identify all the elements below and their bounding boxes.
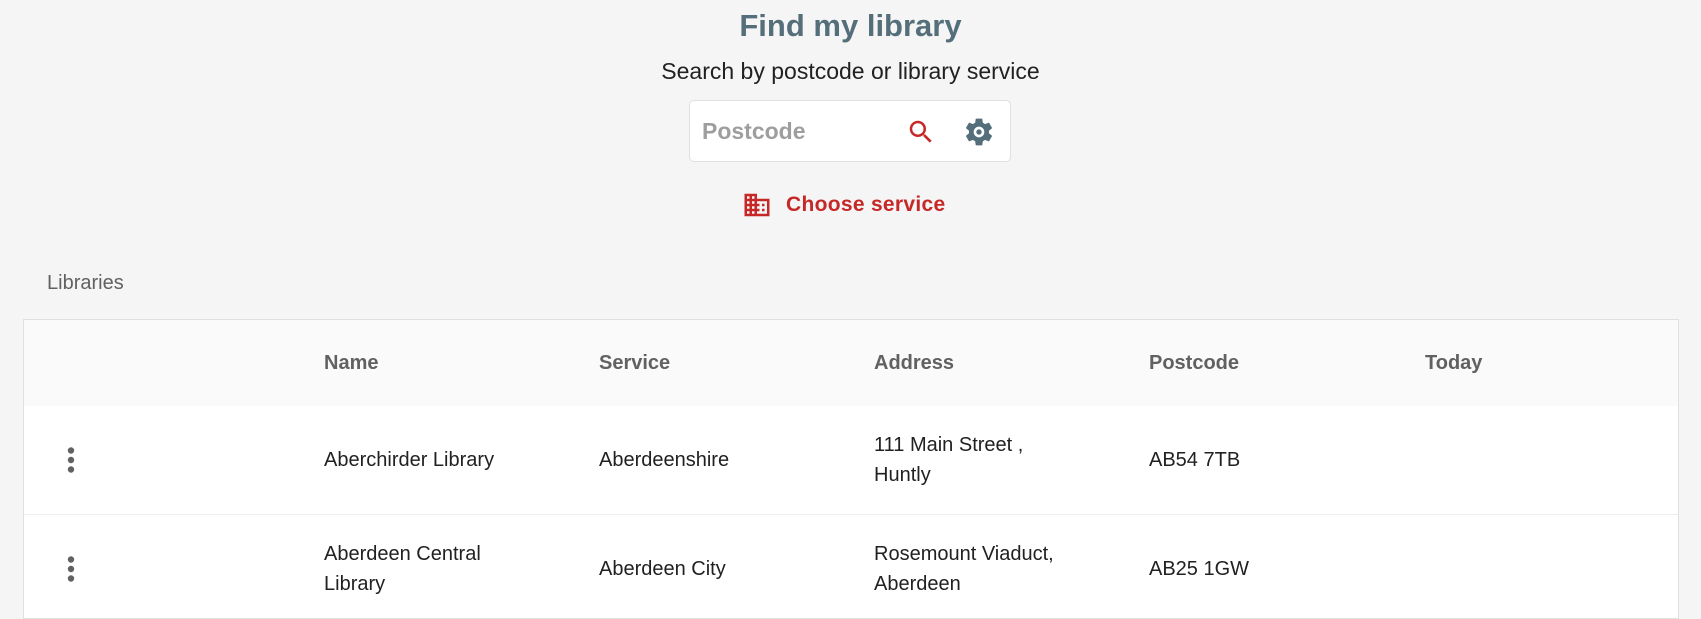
cell-postcode: AB54 7TB: [1149, 449, 1241, 471]
page-title: Find my library: [739, 8, 962, 43]
gear-icon: [966, 118, 992, 146]
column-header-name: Name: [324, 352, 379, 374]
column-header-address: Address: [874, 352, 955, 374]
table-header: Name Service Address Postcode Today: [24, 320, 1678, 406]
cell-address: 111 Main Street , Huntly: [874, 434, 1024, 486]
table-row[interactable]: Aberchirder Library Aberdeenshire 111 Ma…: [24, 406, 1678, 515]
search-button[interactable]: [902, 113, 940, 151]
more-vert-icon: [67, 556, 75, 582]
more-vert-icon: [67, 447, 75, 473]
cell-postcode: AB25 1GW: [1149, 558, 1250, 580]
building-icon: [744, 193, 770, 217]
settings-button[interactable]: [960, 113, 998, 151]
column-header-service: Service: [599, 352, 671, 374]
cell-name: Aberchirder Library: [324, 449, 495, 471]
choose-service-label: Choose service: [786, 193, 946, 216]
search-bar: [689, 100, 1011, 162]
search-icon: [909, 120, 932, 143]
table-row[interactable]: Aberdeen Central Library Aberdeen City R…: [24, 515, 1678, 618]
libraries-section-label: Libraries: [47, 272, 124, 294]
cell-address: Rosemount Viaduct, Aberdeen: [874, 543, 1054, 595]
row-menu-button[interactable]: [58, 440, 84, 480]
cell-service: Aberdeenshire: [599, 449, 730, 471]
page-subtitle: Search by postcode or library service: [661, 58, 1040, 84]
cell-service: Aberdeen City: [599, 558, 726, 580]
column-header-postcode: Postcode: [1149, 352, 1240, 374]
cell-name: Aberdeen Central Library: [324, 543, 481, 595]
choose-service-button[interactable]: Choose service: [742, 189, 945, 221]
row-menu-button[interactable]: [58, 549, 84, 589]
libraries-table: Name Service Address Postcode Today Aber…: [23, 319, 1679, 619]
column-header-today: Today: [1425, 352, 1483, 374]
postcode-input[interactable]: [702, 111, 862, 151]
